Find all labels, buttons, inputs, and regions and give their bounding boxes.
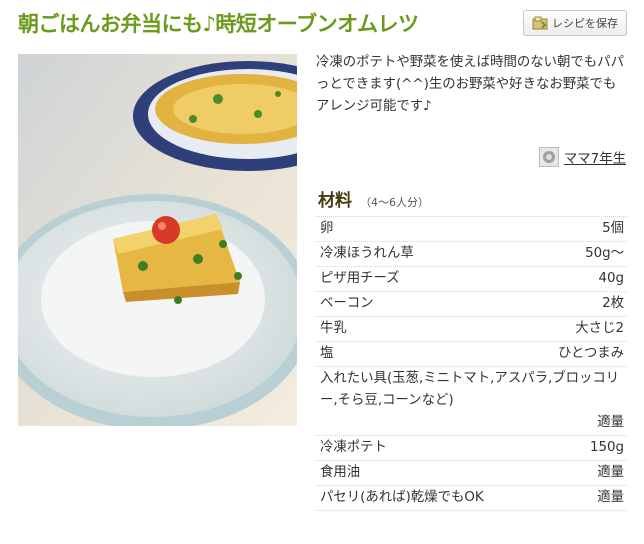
- ingredient-name: ピザ用チーズ: [320, 271, 400, 286]
- ingredient-name: 卵: [320, 221, 334, 236]
- ingredient-row: 冷凍ポテト 150g: [316, 436, 628, 461]
- ingredient-qty: 2枚: [602, 296, 624, 311]
- ingredient-row: 卵 5個: [316, 217, 628, 242]
- ingredients-servings: （4〜6人分）: [360, 196, 429, 209]
- ingredient-row: パセリ(あれば)乾燥でもOK 適量: [316, 486, 628, 511]
- ingredient-row: ピザ用チーズ 40g: [316, 267, 628, 292]
- ingredient-name: 塩: [320, 346, 334, 361]
- save-recipe-label: レシピを保存: [552, 17, 618, 30]
- recipe-description: 冷凍のポテトや野菜を使えば時間のない朝でもパパっとできます(^^)生のお野菜や好…: [316, 55, 624, 114]
- author-avatar: [538, 147, 559, 167]
- author-name[interactable]: ママ7年生: [564, 147, 626, 167]
- ingredients-list: 卵 5個 冷凍ほうれん草 50g〜 ピザ用チーズ 40g ベーコン 2枚 牛乳 大さじ2 …: [316, 216, 628, 511]
- ingredient-qty: 150g: [589, 440, 624, 455]
- ingredient-name: ベーコン: [320, 296, 374, 311]
- ingredient-name: 入れたい具(玉葱,ミニトマト,アスパラ,ブロッコリー,そら豆,コーンなど): [320, 371, 620, 408]
- ingredient-row: 食用油 適量: [316, 461, 628, 486]
- ingredient-name: 冷凍ほうれん草: [320, 246, 414, 261]
- ingredient-row: 冷凍ほうれん草 50g〜: [316, 242, 628, 267]
- ingredient-name: 牛乳: [320, 321, 347, 336]
- ingredient-row: ベーコン 2枚: [316, 292, 628, 317]
- ingredient-name: 食用油: [320, 465, 361, 480]
- ingredient-row: 塩 ひとつまみ: [316, 342, 628, 367]
- ingredient-qty: 40g: [598, 271, 624, 286]
- recipe-photo: [18, 54, 297, 426]
- ingredients-title: 材料: [318, 191, 352, 211]
- ingredients-header: 材料 （4〜6人分）: [318, 186, 429, 211]
- ingredient-row: 牛乳 大さじ2: [316, 317, 628, 342]
- save-recipe-icon: [532, 16, 548, 30]
- ingredient-qty: 大さじ2: [575, 321, 624, 336]
- ingredient-qty: 適量: [597, 415, 624, 430]
- ingredient-row: 入れたい具(玉葱,ミニトマト,アスパラ,ブロッコリー,そら豆,コーンなど) 適量: [316, 367, 628, 436]
- ingredient-qty: 適量: [597, 490, 624, 505]
- ingredient-qty: 適量: [597, 465, 624, 480]
- save-recipe-button[interactable]: レシピを保存: [523, 10, 627, 36]
- ingredient-name: 冷凍ポテト: [320, 440, 387, 455]
- ingredient-qty: ひとつまみ: [557, 346, 624, 361]
- ingredient-qty: 5個: [602, 221, 624, 236]
- recipe-title: 朝ごはんお弁当にも♪時短オーブンオムレツ: [18, 12, 419, 36]
- author-link[interactable]: ママ7年生: [538, 147, 626, 167]
- ingredient-name: パセリ(あれば)乾燥でもOK: [320, 490, 484, 505]
- ingredient-qty: 50g〜: [585, 246, 624, 261]
